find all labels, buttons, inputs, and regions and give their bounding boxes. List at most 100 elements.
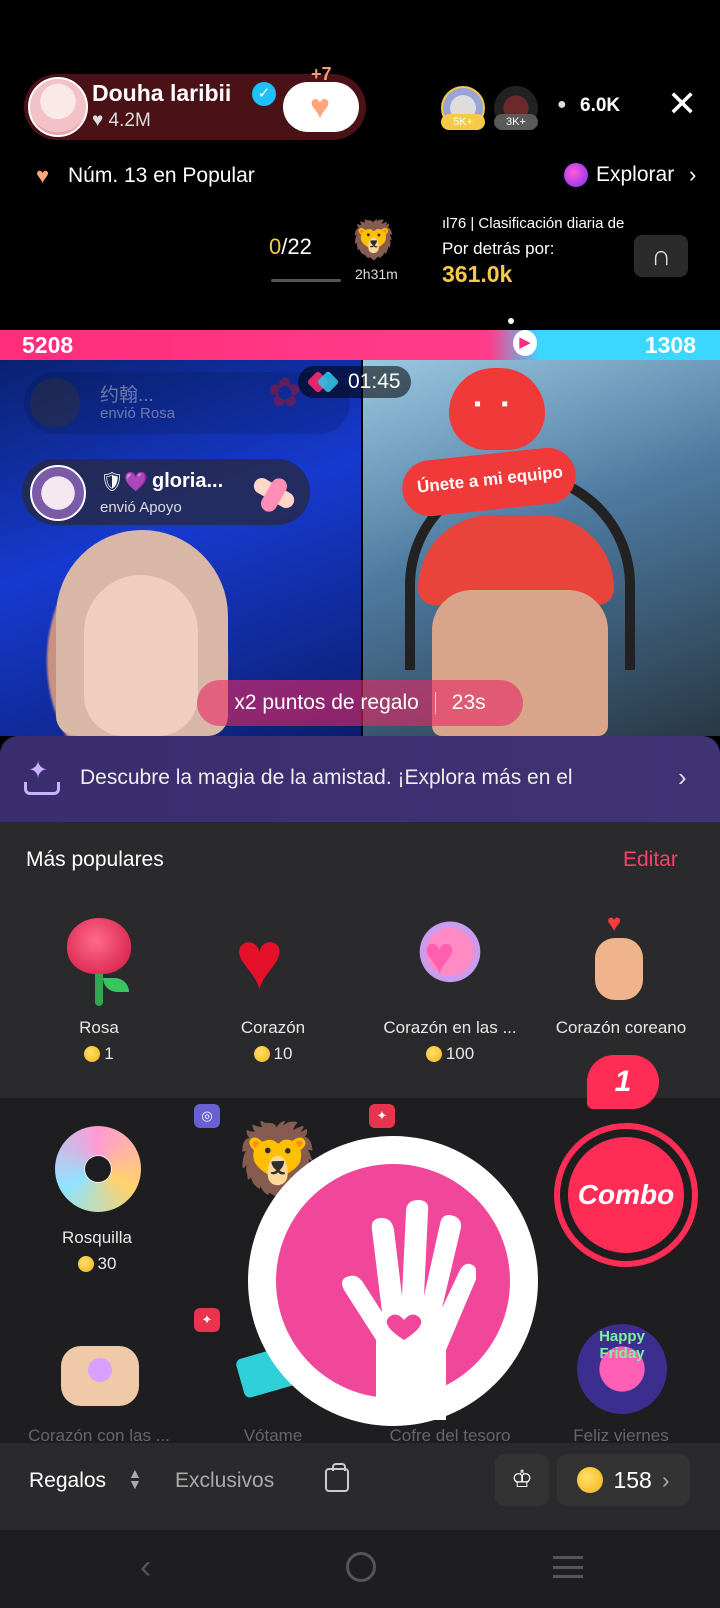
party-tag-icon: ✦ [369,1104,395,1128]
gift-name: Corazón [240,1018,306,1037]
heart-icon: ♥ [235,915,284,1006]
gift-item[interactable]: Rosquilla 30 [12,1120,182,1274]
daily-rank[interactable]: ıl76 | Clasificación diaria de [442,215,666,232]
section-title: Más populares [26,848,164,871]
gift-item[interactable]: ♥ Corazón en las ... 100 [365,910,535,1064]
gift-price: 10 [188,1044,358,1064]
explore-link[interactable]: Explorar [596,163,674,187]
gift-sender-name: 约翰... [100,385,154,406]
goal-progress-bar [271,279,341,282]
gift-item[interactable]: ♥ Corazón 10 [188,910,358,1064]
battle-score-bar [0,330,720,360]
popular-rank[interactable]: Núm. 13 en Popular [68,164,255,188]
page-indicator [508,318,514,324]
happy-friday-icon: Happy Friday [571,1318,671,1418]
gift-name: Corazón coreano [555,1018,687,1037]
coin-balance-button[interactable]: 158 › [557,1454,690,1506]
donut-icon [47,1120,147,1220]
bar-chart-icon: ıl [442,215,450,232]
combo-button[interactable]: Combo [554,1123,698,1267]
gift-sent-label: envió Apoyo [100,499,182,516]
gift-price: 30 [12,1254,182,1274]
gift-item[interactable]: ♥ Corazón coreano [536,910,706,1038]
finger-heart-icon: ♥ [571,910,671,1010]
gift-price-value: 1 [104,1044,114,1063]
gift-price: 1 [14,1044,184,1064]
goal-timer: 2h31m [355,266,398,282]
chevron-right-icon: › [661,1466,670,1493]
goal-progress[interactable]: 0/22 [269,234,312,260]
support-gift-icon [246,461,306,527]
gift-name: Vótame [243,1426,303,1445]
coin-icon [577,1467,604,1493]
coin-icon [84,1046,101,1062]
avatar [30,378,80,428]
friday-badge: Happy Friday [577,1324,667,1414]
top-viewer-badge-2: 3K+ [494,114,538,130]
gift-name: Rosquilla [62,1228,132,1247]
stream-host-face [84,575,198,736]
host-avatar[interactable] [28,77,88,137]
gift-sender-name: gloria... [152,470,224,492]
battle-timer-text: 01:45 [348,370,401,393]
crown-button[interactable]: ♔ [495,1454,549,1506]
heart-in-hands-icon: ♥ [400,910,500,1010]
gift-item[interactable]: Corazón con las ... [14,1318,184,1446]
combo-count-badge: 1 [587,1055,659,1109]
viewer-count[interactable]: 6.0K [580,95,620,117]
gift-name: Rosa [79,1018,119,1037]
double-points-label: x2 puntos de regalo [234,691,419,714]
battle-score-left: 5208 [22,332,74,358]
tab-gifts[interactable]: Regalos [29,1469,106,1493]
gift-item[interactable]: Happy Friday Feliz viernes [536,1318,706,1446]
raised-hand-heart-icon [342,1200,476,1420]
edit-button[interactable]: Editar [623,848,678,872]
gift-price-value: 10 [273,1044,293,1063]
gift-item[interactable]: Rosa 1 [14,910,184,1064]
coin-icon [253,1046,270,1062]
rose-icon: ✿ [268,371,302,415]
chevron-right-icon: › [689,162,697,187]
chevron-right-icon[interactable]: › [678,762,687,793]
tab-exclusive[interactable]: Exclusivos [175,1469,274,1493]
heart-mascot-eyes: ▪▪ [474,393,529,415]
behind-value: 361.0k [442,261,513,287]
back-icon[interactable]: ‹ [140,1548,151,1587]
hands-heart-icon [49,1318,149,1418]
gift-price-value: 30 [97,1254,117,1273]
battle-score-right: 1308 [644,332,696,358]
goal-total: /22 [281,234,312,259]
rank-avatar[interactable]: ∩ [634,235,688,277]
rose-icon [49,910,149,1010]
person-icon: ● [557,96,567,113]
avatar[interactable] [30,465,86,521]
bag-icon[interactable] [325,1463,349,1492]
close-icon[interactable]: ✕ [667,86,697,122]
gift-name: Feliz viernes [573,1426,669,1445]
shield-heart-badge-icon: 🛡💜 [100,472,148,493]
gift-price: 100 [365,1044,535,1064]
sort-icon[interactable]: ▲ ▼ [128,1466,142,1491]
coin-icon [77,1256,94,1272]
combo-label: Combo [568,1137,684,1253]
double-points-banner: x2 puntos de regalo 23s [197,680,523,726]
gift-name: Corazón con las ... [28,1426,170,1445]
divider [434,692,436,714]
verified-icon: ✓ [252,82,276,106]
host-likes: ♥ 4.2M [92,110,151,131]
battle-flag-icon: ▶ [513,330,537,356]
daily-rank-label: 76 | Clasificación diaria de [449,215,625,232]
promo-text[interactable]: Descubre la magia de la amistad. ¡Explor… [80,766,654,790]
recent-apps-icon[interactable] [553,1556,583,1578]
gift-sent-label: envió Rosa [100,405,176,422]
magic-book-icon [22,756,60,796]
gift-name: Corazón en las ... [383,1018,517,1037]
coin-balance: 158 [613,1466,652,1493]
coin-icon [425,1046,442,1062]
heart-icon: ♥ [36,163,50,188]
gift-price-value: 100 [445,1044,475,1063]
home-icon[interactable] [346,1552,376,1582]
top-viewer-badge-1: 5K+ [441,114,485,130]
host-name[interactable]: Douha laribii [92,80,231,107]
follow-heart-count: 8 [326,106,334,122]
